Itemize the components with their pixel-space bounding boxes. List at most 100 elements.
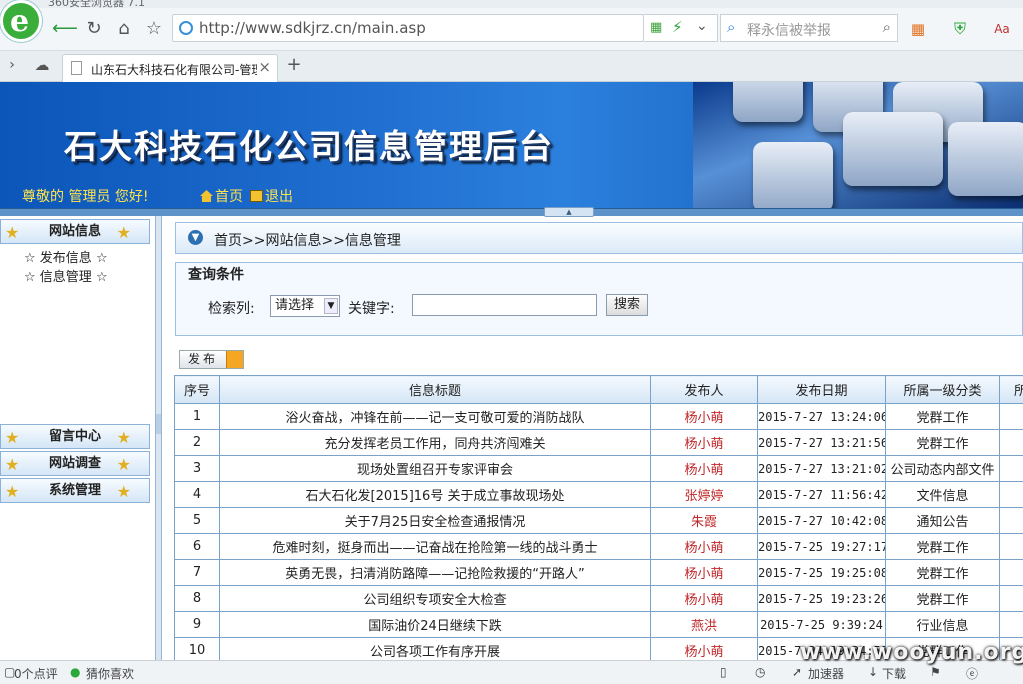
row-publisher: 杨小萌 [650,403,758,430]
refresh-icon[interactable]: ↻ [82,18,106,40]
row-title[interactable]: 关于7月25日安全检查通报情况 [219,507,651,534]
sidebar-item-publish-info[interactable]: ☆ 发布信息 ☆ [24,247,108,266]
sidebar-group-messages[interactable]: ★ 留言中心 ★ [0,424,150,449]
browser-search-box[interactable]: ⌕ 释永信被举报 ⌕ [720,14,898,42]
table-row[interactable]: 1 浴火奋战，冲锋在前——记一支可敬可爱的消防战队 杨小萌 2015-7-27 13:… [174,403,1023,430]
row-date: 2015-7-27 10:42:08 [757,507,886,534]
table-row[interactable]: 4 石大石化发[2015]16号 关于成立事故现场处 张婷婷 2015-7-27 11… [174,481,1023,508]
left-sidebar: ★ 网站信息 ★ ☆ 发布信息 ☆ ☆ 信息管理 ☆ ★ 留言中心 ★ ★ 网站… [0,216,155,660]
query-panel: 查询条件 检索列: 请选择 ▼ 关键字: 搜索 [175,262,1023,336]
stars-icon: ★ [116,428,131,447]
collapse-header-handle[interactable]: ▲ [544,207,594,217]
header-strip [0,208,1023,216]
logout-link[interactable]: 退出 [250,186,293,206]
sidebar-group-website-info[interactable]: ★ 网站信息 ★ [0,219,150,244]
stars-icon: ★ [116,482,131,501]
sidebar-group-label: 留言中心 [48,429,101,444]
site-banner: 石大科技石化公司信息管理后台 尊敬的 管理员 您好! 首页 退出 [0,82,1023,208]
row-extra-cell [999,559,1023,586]
row-title[interactable]: 现场处置组召开专家评审会 [219,455,651,482]
search-button[interactable]: 搜索 [606,294,648,316]
home-link-label: 首页 [215,189,243,205]
apps-grid-icon[interactable]: ▦ [906,18,930,40]
table-header-row: 序号信息标题发布人发布日期所属一级分类所属 [174,375,1023,404]
row-publisher: 杨小萌 [650,455,758,482]
favorite-star-icon[interactable]: ☆ [142,18,166,40]
row-title[interactable]: 浴火奋战，冲锋在前——记一支可敬可爱的消防战队 [219,403,651,430]
table-row[interactable]: 2 充分发挥老员工作用，同舟共济闯难关 杨小萌 2015-7-27 13:21:56 党… [174,429,1023,456]
table-row[interactable]: 9 国际油价24日继续下跌 燕洪 2015-7-25 9:39:24 行业信息 [174,611,1023,638]
browser-logo-icon[interactable]: e [0,0,42,42]
qr-code-icon[interactable]: ▦ [650,20,662,35]
lightning-icon[interactable]: ⚡ [672,18,683,36]
row-extra-cell [999,507,1023,534]
back-arrow-icon[interactable]: ⟵ [52,18,78,40]
row-publisher: 杨小萌 [650,585,758,612]
row-category: 党群工作 [885,559,1000,586]
row-title[interactable]: 充分发挥老员工作用，同舟共济闯难关 [219,429,651,456]
row-index: 5 [174,507,220,534]
collapse-sidebar-icon[interactable] [156,414,161,434]
column-header: 发布日期 [757,375,886,404]
stars-icon: ★ [116,223,131,242]
stars-icon: ★ [5,455,20,474]
cloud-icon[interactable]: ☁ [30,54,54,76]
row-title[interactable]: 公司组织专项安全大检查 [219,585,651,612]
search-icon[interactable]: ⌕ [883,18,891,36]
download-icon: ↓ [868,665,879,679]
ie-icon[interactable]: ⓔ [966,665,978,682]
tab-close-icon[interactable]: × [258,58,271,76]
table-row[interactable]: 3 现场处置组召开专家评审会 杨小萌 2015-7-27 13:21:02 公司动态内部… [174,455,1023,482]
table-row[interactable]: 8 公司组织专项安全大检查 杨小萌 2015-7-25 19:23:26 党群工作 [174,585,1023,612]
row-extra-cell [999,403,1023,430]
search-engine-icon: ⌕ [727,18,736,36]
row-publisher: 朱霞 [650,507,758,534]
row-index: 1 [174,403,220,430]
stars-icon: ★ [5,223,20,242]
mobile-icon[interactable]: ▯ [720,665,727,679]
row-title[interactable]: 石大石化发[2015]16号 关于成立事故现场处 [219,481,651,508]
translate-icon[interactable]: Aa [990,18,1014,40]
table-row[interactable]: 7 英勇无畏，扫清消防路障——记抢险救援的“开路人” 杨小萌 2015-7-25 19… [174,559,1023,586]
sidebar-item-info-manage[interactable]: ☆ 信息管理 ☆ [24,266,108,285]
address-bar[interactable]: http://www.sdkjrz.cn/main.asp [172,14,644,42]
status-accelerator[interactable]: 加速器 [808,665,844,682]
site-title: 石大科技石化公司信息管理后台 [64,127,554,166]
row-extra-cell [999,585,1023,612]
publish-button[interactable]: 发布 [179,350,244,369]
flag-icon[interactable]: ⚑ [930,665,941,679]
url-text: http://www.sdkjrz.cn/main.asp [199,19,426,37]
sidebar-group-survey[interactable]: ★ 网站调查 ★ [0,451,150,476]
row-date: 2015-7-25 19:27:17 [757,533,886,560]
chevron-down-circle-icon: ▼ [188,230,203,245]
sidebar-group-system[interactable]: ★ 系统管理 ★ [0,478,150,503]
row-title[interactable]: 国际油价24日继续下跌 [219,611,651,638]
row-index: 8 [174,585,220,612]
chevron-down-icon: ▼ [324,298,338,314]
tab-active[interactable]: 山东石大科技石化有限公司-管理 × [62,54,278,82]
star-outline-icon: ☆ [95,270,108,285]
home-icon[interactable]: ⌂ [112,18,136,40]
status-guess[interactable]: 猜你喜欢 [86,665,134,682]
keyboard-image [693,82,1023,208]
row-title[interactable]: 英勇无畏，扫清消防路障——记抢险救援的“开路人” [219,559,651,586]
home-link[interactable]: 首页 [200,186,243,206]
status-comments[interactable]: 0个点评 [14,665,58,682]
row-title[interactable]: 危难时刻，挺身而出——记奋战在抢险第一线的战斗勇士 [219,533,651,560]
row-title[interactable]: 公司各项工作有序开展 [219,637,651,660]
column-header: 信息标题 [219,375,651,404]
dropdown-chevron-icon[interactable]: ⌄ [696,18,708,34]
row-publisher: 杨小萌 [650,533,758,560]
row-publisher: 杨小萌 [650,429,758,456]
table-row[interactable]: 6 危难时刻，挺身而出——记奋战在抢险第一线的战斗勇士 杨小萌 2015-7-25 1… [174,533,1023,560]
search-column-select[interactable]: 请选择 ▼ [270,295,340,317]
speed-icon[interactable]: ◷ [755,665,765,679]
shield-icon[interactable]: ⛨ [948,18,972,40]
status-download[interactable]: 下载 [882,665,906,682]
sidebar-splitter[interactable] [155,216,162,660]
logout-link-label: 退出 [265,189,293,205]
new-tab-icon[interactable]: + [282,54,306,76]
keyword-input[interactable] [412,294,597,316]
table-row[interactable]: 5 关于7月25日安全检查通报情况 朱霞 2015-7-27 10:42:08 通知公告 [174,507,1023,534]
sidebar-toggle-icon[interactable]: › [0,54,24,76]
